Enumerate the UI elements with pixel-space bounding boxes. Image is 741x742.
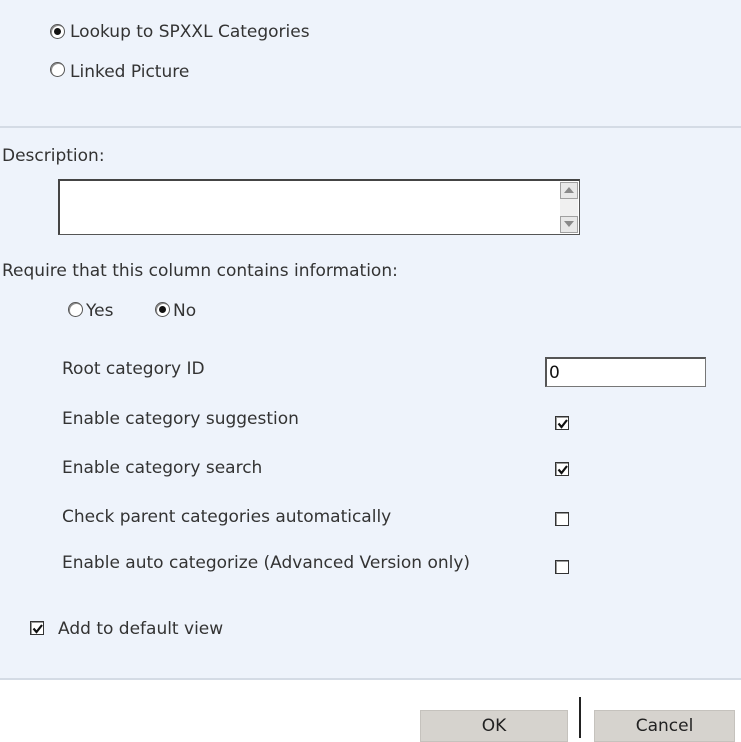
required-yes-label: Yes: [86, 301, 114, 321]
root-category-label: Root category ID: [62, 359, 205, 379]
category-suggestion-checkbox[interactable]: [555, 416, 569, 430]
checkmark-icon: [557, 465, 568, 475]
required-label: Require that this column contains inform…: [2, 261, 398, 281]
linked-picture-label: Linked Picture: [70, 62, 190, 82]
checkmark-icon: [557, 419, 568, 429]
auto-categorize-checkbox[interactable]: [555, 560, 569, 574]
arrow-up-icon: [564, 187, 574, 193]
description-label: Description:: [2, 146, 105, 166]
scroll-down-button[interactable]: [560, 216, 578, 233]
checkmark-icon: [32, 624, 43, 634]
arrow-down-icon: [564, 221, 574, 227]
category-search-label: Enable category search: [62, 458, 263, 478]
footer-divider: [0, 678, 741, 680]
category-suggestion-label: Enable category suggestion: [62, 409, 299, 429]
linked-picture-radio[interactable]: [50, 62, 65, 77]
lookup-categories-radio[interactable]: [50, 24, 65, 39]
lookup-categories-label: Lookup to SPXXL Categories: [70, 22, 310, 42]
required-yes-radio[interactable]: [68, 302, 83, 317]
description-textarea[interactable]: [58, 179, 580, 235]
cancel-button[interactable]: Cancel: [594, 710, 735, 742]
auto-categorize-label: Enable auto categorize (Advanced Version…: [62, 553, 471, 573]
default-view-label: Add to default view: [58, 619, 224, 639]
category-search-checkbox[interactable]: [555, 462, 569, 476]
required-no-label: No: [173, 301, 197, 321]
button-separator: [579, 697, 581, 738]
scroll-up-button[interactable]: [560, 182, 578, 199]
check-parent-label: Check parent categories automatically: [62, 507, 392, 527]
ok-button[interactable]: OK: [420, 710, 568, 742]
root-category-input[interactable]: [545, 357, 706, 387]
check-parent-checkbox[interactable]: [555, 512, 569, 526]
description-scrollbar[interactable]: [560, 182, 578, 233]
required-no-radio[interactable]: [155, 302, 170, 317]
default-view-checkbox[interactable]: [30, 621, 44, 635]
